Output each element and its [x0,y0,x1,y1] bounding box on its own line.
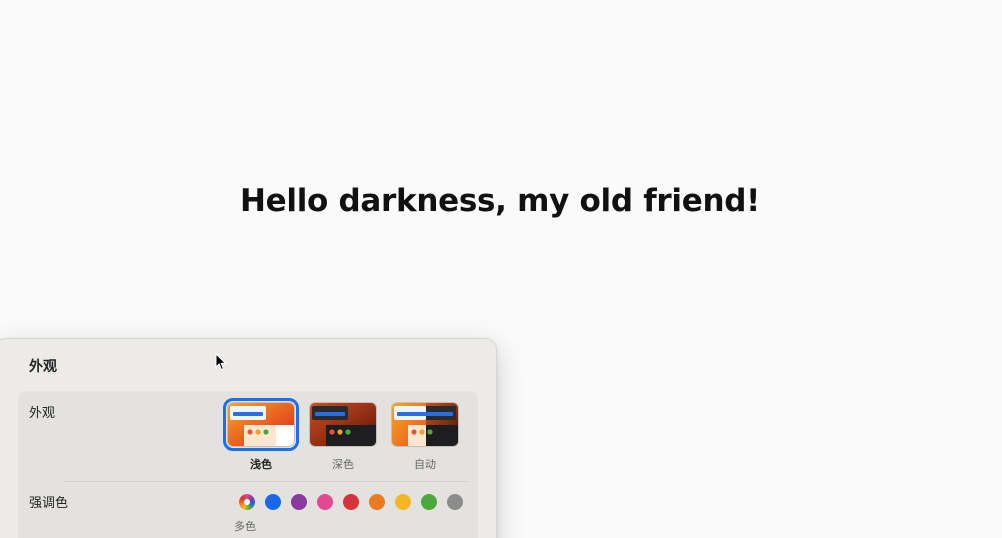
light-mode-preview[interactable] [223,398,299,451]
accent-pink-swatch[interactable] [317,494,333,510]
appearance-option-label: 自动 [414,458,436,471]
accent-purple-swatch[interactable] [291,494,307,510]
accent-color-swatches [239,494,479,514]
settings-group: 外观 浅色 深色 自动 强调色 多色 [18,391,478,538]
accent-graphite-swatch[interactable] [447,494,463,510]
accent-multicolor-swatch[interactable] [239,494,255,510]
appearance-settings-panel: 外观 外观 浅色 深色 自动 强调色 多色 [0,338,497,538]
selected-dot-icon [244,499,250,505]
auto-mode-preview[interactable] [391,402,459,447]
panel-title: 外观 [29,359,57,375]
accent-green-swatch[interactable] [421,494,437,510]
accent-red-swatch[interactable] [343,494,359,510]
appearance-option-dark[interactable]: 深色 [307,402,379,472]
accent-selected-label: 多色 [234,520,256,533]
accent-blue-swatch[interactable] [265,494,281,510]
appearance-option-auto[interactable]: 自动 [389,402,461,472]
accent-yellow-swatch[interactable] [395,494,411,510]
appearance-option-label: 深色 [332,458,354,471]
appearance-option-label: 浅色 [250,458,272,471]
dark-mode-preview[interactable] [309,402,377,447]
mouse-pointer-icon [215,352,227,375]
accent-orange-swatch[interactable] [369,494,385,510]
accent-color-row-label: 强调色 [29,496,69,511]
hero-heading: Hello darkness, my old friend! [240,183,760,219]
row-divider [63,481,468,482]
appearance-row-label: 外观 [29,406,56,421]
desktop: Hello darkness, my old friend! 外观 外观 浅色 … [0,0,1002,538]
appearance-option-light[interactable]: 浅色 [223,398,299,472]
